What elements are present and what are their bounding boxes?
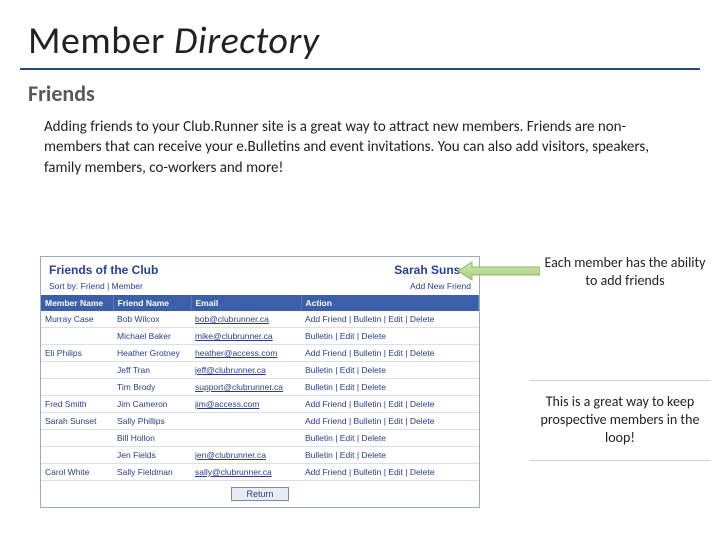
email-link[interactable]: jen@clubrunner.ca — [195, 450, 266, 460]
table-row: Tim Brody support@clubrunner.ca Bulletin |… — [41, 379, 479, 396]
cell-friend: Jen Fields — [113, 447, 191, 464]
email-link[interactable]: bob@clubrunner.ca — [195, 314, 269, 324]
cell-friend: Sally Fieldman — [113, 464, 191, 481]
email-link[interactable]: support@clubrunner.ca — [195, 382, 283, 392]
cell-action[interactable]: Add Friend | Bulletin | Edit | Delete — [301, 413, 479, 430]
annotation-add-friends: Each member has the ability to add frien… — [540, 254, 710, 289]
cell-action[interactable]: Bulletin | Edit | Delete — [301, 362, 479, 379]
col-email: Email — [191, 295, 301, 311]
annotation-prospective-text: This is a great way to keep prospective … — [541, 393, 700, 446]
cell-friend: Bill Hollon — [113, 430, 191, 447]
divider — [530, 380, 710, 381]
col-action: Action — [301, 295, 479, 311]
cell-friend: Bob Wilcox — [113, 311, 191, 328]
friends-table: Member Name Friend Name Email Action Mur… — [41, 295, 479, 481]
body-text: Adding friends to your Club.Runner site … — [0, 113, 720, 186]
table-row: Jen Fields jen@clubrunner.ca Bulletin | Ed… — [41, 447, 479, 464]
cell-member — [41, 362, 113, 379]
table-row: Bill Hollon Bulletin | Edit | Delete — [41, 430, 479, 447]
cell-email: mike@clubrunner.ca — [191, 328, 301, 345]
table-row: Michael Baker mike@clubrunner.ca Bulletin … — [41, 328, 479, 345]
return-button[interactable]: Return — [231, 487, 288, 501]
cell-member: Sarah Sunset — [41, 413, 113, 430]
friends-screenshot: Friends of the Club Sarah Sunset Sort by… — [40, 256, 480, 508]
cell-member: Eli Philips — [41, 345, 113, 362]
cell-email: sally@clubrunner.ca — [191, 464, 301, 481]
subtitle: Friends — [0, 80, 720, 113]
cell-member — [41, 430, 113, 447]
email-link[interactable]: jeff@clubrunner.ca — [195, 365, 266, 375]
table-row: Jeff Tran jeff@clubrunner.ca Bulletin | Ed… — [41, 362, 479, 379]
table-row: Carol WhiteSally Fieldman sally@clubrunne… — [41, 464, 479, 481]
cell-member — [41, 379, 113, 396]
col-friend: Friend Name — [113, 295, 191, 311]
table-row: Fred SmithJim Cameron jim@access.com Add F… — [41, 396, 479, 413]
table-row: Murray CaseBob Wilcox bob@clubrunner.ca Ad… — [41, 311, 479, 328]
title-italic: Directory — [174, 18, 320, 64]
cell-action[interactable]: Add Friend | Bulletin | Edit | Delete — [301, 464, 479, 481]
email-link[interactable]: sally@clubrunner.ca — [195, 467, 272, 477]
cell-friend: Heather Grotney — [113, 345, 191, 362]
panel-heading-left: Friends of the Club — [49, 263, 158, 277]
email-link[interactable]: heather@access.com — [195, 348, 277, 358]
cell-member — [41, 328, 113, 345]
cell-member — [41, 447, 113, 464]
cell-action[interactable]: Add Friend | Bulletin | Edit | Delete — [301, 345, 479, 362]
cell-email: heather@access.com — [191, 345, 301, 362]
page-title: Member Directory — [0, 0, 720, 68]
table-row: Sarah SunsetSally Phillips Add Friend | B… — [41, 413, 479, 430]
cell-email: jeff@clubrunner.ca — [191, 362, 301, 379]
cell-action[interactable]: Bulletin | Edit | Delete — [301, 328, 479, 345]
cell-email: jen@clubrunner.ca — [191, 447, 301, 464]
cell-friend: Tim Brody — [113, 379, 191, 396]
email-link[interactable]: jim@access.com — [195, 399, 259, 409]
cell-email: support@clubrunner.ca — [191, 379, 301, 396]
email-link[interactable]: mike@clubrunner.ca — [195, 331, 273, 341]
cell-email — [191, 413, 301, 430]
cell-email — [191, 430, 301, 447]
cell-action[interactable]: Bulletin | Edit | Delete — [301, 379, 479, 396]
cell-member: Murray Case — [41, 311, 113, 328]
cell-email: bob@clubrunner.ca — [191, 311, 301, 328]
divider — [530, 460, 710, 461]
add-new-friend-link[interactable]: Add New Friend — [410, 281, 471, 291]
panel-heading-right: Sarah Sunset — [394, 263, 471, 277]
cell-action[interactable]: Bulletin | Edit | Delete — [301, 430, 479, 447]
title-plain: Member — [28, 18, 174, 64]
cell-friend: Jim Cameron — [113, 396, 191, 413]
cell-friend: Michael Baker — [113, 328, 191, 345]
cell-email: jim@access.com — [191, 396, 301, 413]
col-member: Member Name — [41, 295, 113, 311]
title-underline — [20, 68, 700, 70]
annotation-prospective: This is a great way to keep prospective … — [530, 380, 710, 461]
sort-label[interactable]: Sort by: Friend | Member — [49, 281, 143, 291]
cell-friend: Jeff Tran — [113, 362, 191, 379]
cell-member: Fred Smith — [41, 396, 113, 413]
cell-member: Carol White — [41, 464, 113, 481]
cell-action[interactable]: Add Friend | Bulletin | Edit | Delete — [301, 396, 479, 413]
table-row: Eli PhilipsHeather Grotney heather@access… — [41, 345, 479, 362]
cell-action[interactable]: Bulletin | Edit | Delete — [301, 447, 479, 464]
cell-action[interactable]: Add Friend | Bulletin | Edit | Delete — [301, 311, 479, 328]
cell-friend: Sally Phillips — [113, 413, 191, 430]
